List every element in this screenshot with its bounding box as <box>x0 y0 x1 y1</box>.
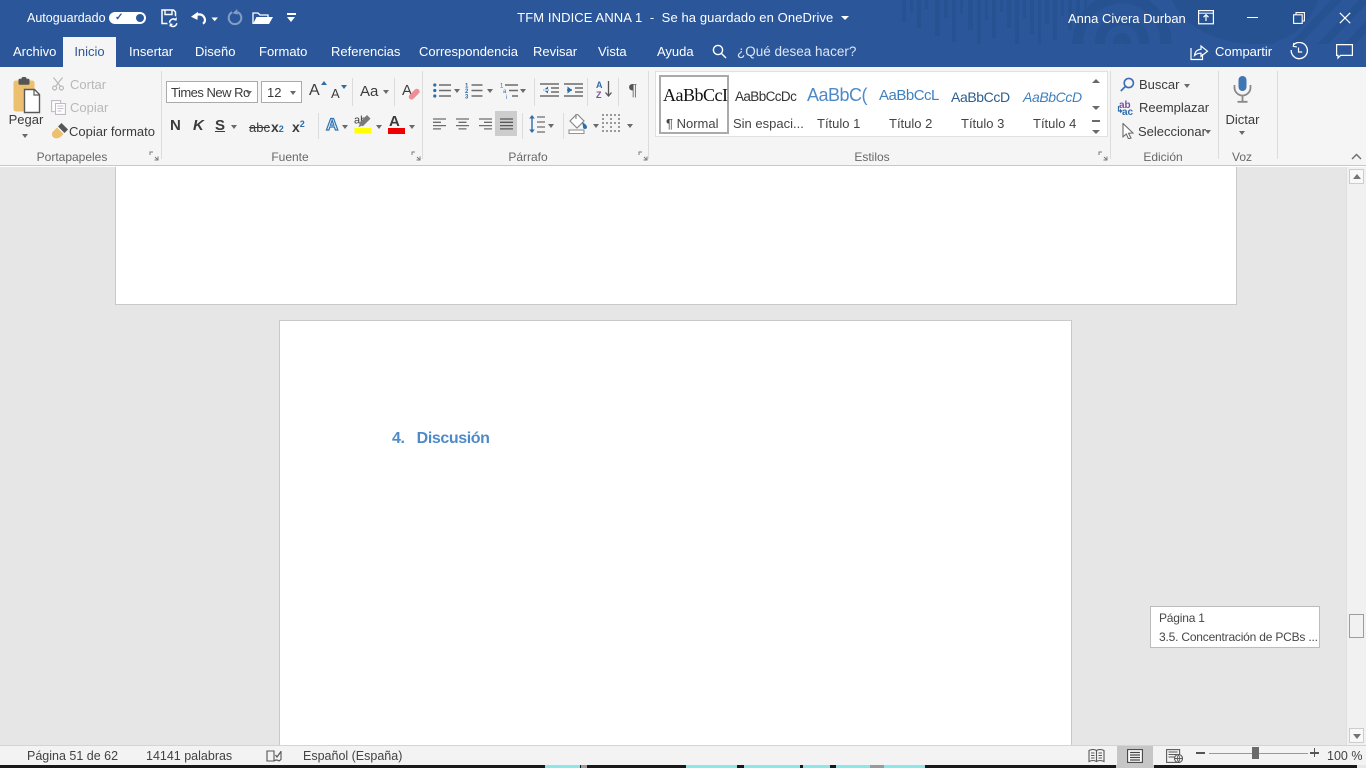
svg-text:A: A <box>596 80 603 90</box>
svg-text:3: 3 <box>465 95 469 100</box>
svg-text:ac: ac <box>1122 107 1134 115</box>
svg-text:i: i <box>506 95 507 99</box>
svg-text:Z: Z <box>596 90 602 99</box>
